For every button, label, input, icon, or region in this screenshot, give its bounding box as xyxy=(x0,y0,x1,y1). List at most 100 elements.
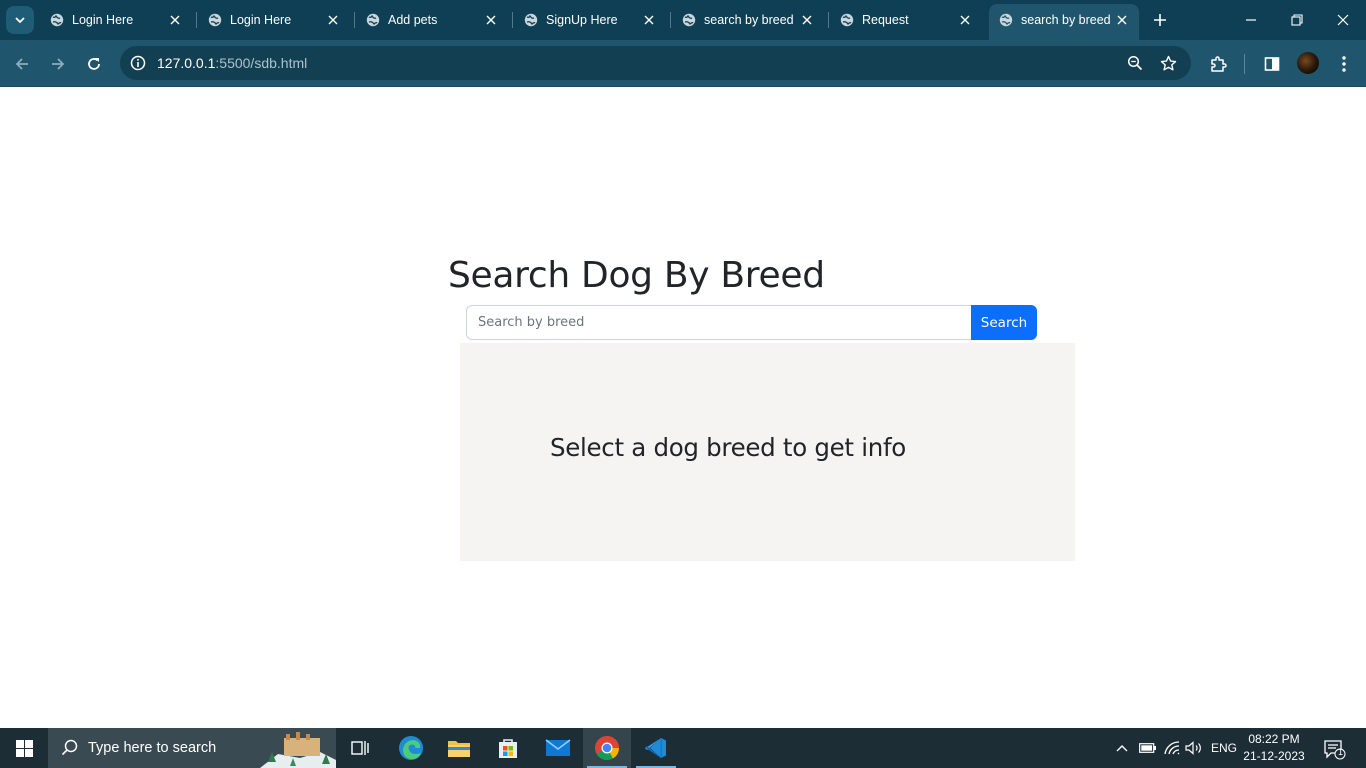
search-button[interactable]: Search xyxy=(971,305,1037,340)
globe-icon xyxy=(524,13,538,27)
close-icon xyxy=(1337,14,1349,26)
close-icon[interactable] xyxy=(482,11,500,29)
input-language[interactable]: ENG xyxy=(1208,738,1240,758)
tab-divider xyxy=(828,12,829,28)
reload-button[interactable] xyxy=(82,52,106,76)
side-panel-icon xyxy=(1264,57,1280,71)
tab-title: Add pets xyxy=(388,13,438,27)
reload-icon xyxy=(88,58,100,70)
tab-divider xyxy=(512,12,513,28)
breed-search-input[interactable] xyxy=(466,305,971,340)
close-icon[interactable] xyxy=(166,11,184,29)
info-icon xyxy=(130,55,146,71)
globe-icon xyxy=(366,13,380,27)
taskbar-search-text: Type here to search xyxy=(88,740,217,756)
close-icon[interactable] xyxy=(798,11,816,29)
tab-title: search by breed xyxy=(1021,13,1111,27)
globe-icon xyxy=(999,13,1013,27)
battery-icon xyxy=(1139,743,1156,753)
arrow-right-icon xyxy=(52,58,65,70)
tab-title: Login Here xyxy=(72,13,134,27)
task-view-button[interactable] xyxy=(336,728,384,768)
tab-title: Request xyxy=(862,13,909,27)
restore-icon xyxy=(1291,14,1303,26)
search-icon xyxy=(61,739,78,756)
tab-signup[interactable]: SignUp Here xyxy=(514,6,666,34)
tab-divider xyxy=(354,12,355,28)
taskbar-mail[interactable] xyxy=(534,728,582,768)
volume-icon xyxy=(1185,741,1201,755)
close-icon[interactable] xyxy=(956,11,974,29)
page-content: Search Dog By Breed Search Select a dog … xyxy=(0,87,1366,728)
clock-date: 21-12-2023 xyxy=(1243,749,1305,763)
start-button[interactable] xyxy=(0,728,48,768)
forward-button[interactable] xyxy=(46,52,70,76)
tab-search-by-breed[interactable]: search by breed xyxy=(672,6,824,34)
more-vertical-icon xyxy=(1342,56,1346,72)
tab-title: SignUp Here xyxy=(546,13,618,27)
new-tab-button[interactable] xyxy=(1150,10,1170,30)
tab-login-2[interactable]: Login Here xyxy=(198,6,350,34)
url-text[interactable]: 127.0.0.1:5500/sdb.html xyxy=(157,55,307,71)
show-hidden-icons-button[interactable] xyxy=(1112,738,1132,758)
close-icon[interactable] xyxy=(640,11,658,29)
star-icon xyxy=(1160,55,1176,70)
notification-center-button[interactable]: 1 xyxy=(1322,738,1346,760)
tab-add-pets[interactable]: Add pets xyxy=(356,6,508,34)
tab-search-by-breed-active[interactable]: search by breed xyxy=(989,4,1139,40)
close-icon[interactable] xyxy=(324,11,342,29)
toolbar-divider xyxy=(1244,54,1245,74)
chrome-icon xyxy=(595,736,619,761)
url-host: 127.0.0.1 xyxy=(157,55,216,71)
tab-login-1[interactable]: Login Here xyxy=(40,6,192,34)
back-button[interactable] xyxy=(10,52,34,76)
site-info-button[interactable] xyxy=(128,53,148,73)
taskbar-vscode[interactable] xyxy=(632,728,680,768)
side-panel-button[interactable] xyxy=(1260,52,1284,76)
tab-divider xyxy=(670,12,671,28)
plus-icon xyxy=(1154,14,1166,26)
chevron-down-icon xyxy=(15,17,25,24)
bookmark-button[interactable] xyxy=(1158,53,1178,73)
taskbar-file-explorer[interactable] xyxy=(435,728,483,768)
mail-icon xyxy=(545,739,571,756)
search-highlight-illustration xyxy=(260,732,336,768)
edge-icon xyxy=(399,736,423,760)
zoom-icon xyxy=(1127,55,1143,71)
taskbar-chrome[interactable] xyxy=(583,728,631,768)
globe-icon xyxy=(208,13,222,27)
clock-time: 08:22 PM xyxy=(1248,732,1300,746)
network-status[interactable] xyxy=(1161,738,1183,758)
minimize-button[interactable] xyxy=(1239,8,1263,32)
globe-icon xyxy=(682,13,696,27)
volume-control[interactable] xyxy=(1183,738,1205,758)
tab-strip: Login Here Login Here Add pets SignUp He… xyxy=(0,0,1366,40)
chevron-up-icon xyxy=(1116,745,1128,752)
tab-search-button[interactable] xyxy=(6,6,34,34)
globe-icon xyxy=(840,13,854,27)
restore-button[interactable] xyxy=(1285,8,1309,32)
taskbar-store[interactable] xyxy=(484,728,532,768)
notification-count: 1 xyxy=(1337,747,1343,757)
close-icon[interactable] xyxy=(1113,11,1131,29)
vscode-icon xyxy=(645,738,666,758)
store-icon xyxy=(499,739,517,758)
taskbar-edge[interactable] xyxy=(387,728,435,768)
close-window-button[interactable] xyxy=(1331,8,1355,32)
taskbar-clock[interactable]: 08:22 PM 21-12-2023 xyxy=(1240,731,1308,765)
wifi-icon xyxy=(1164,741,1180,755)
zoom-button[interactable] xyxy=(1125,53,1145,73)
globe-icon xyxy=(50,13,64,27)
profile-avatar[interactable] xyxy=(1297,52,1319,74)
menu-button[interactable] xyxy=(1332,52,1356,76)
battery-status[interactable] xyxy=(1137,738,1159,758)
tab-title: search by breed xyxy=(704,13,794,27)
windows-taskbar: Type here to search ENG 08:22 PM 21-12-2… xyxy=(0,728,1366,768)
address-bar[interactable]: 127.0.0.1:5500/sdb.html xyxy=(120,46,1191,80)
page-title: Search Dog By Breed xyxy=(448,255,825,296)
taskbar-search-box[interactable]: Type here to search xyxy=(48,728,336,768)
extensions-button[interactable] xyxy=(1206,52,1230,76)
task-view-icon xyxy=(351,741,369,755)
tab-request[interactable]: Request xyxy=(830,6,982,34)
puzzle-icon xyxy=(1211,56,1227,72)
